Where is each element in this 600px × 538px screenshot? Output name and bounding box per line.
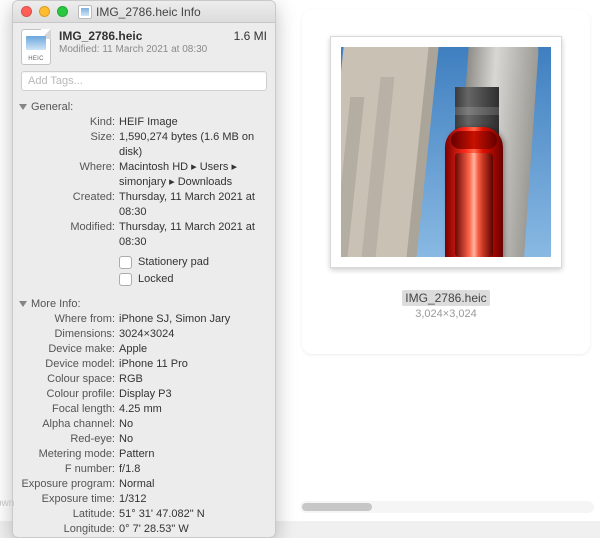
label-focal-length: Focal length:: [21, 402, 119, 417]
finder-background: IMG_2786.heic 3,024×3,024 IMG_2786.heic …: [0, 0, 600, 521]
value-device-model: iPhone 11 Pro: [119, 357, 267, 372]
value-size: 1,590,274 bytes (1.6 MB on disk): [119, 130, 267, 160]
label-colour-profile: Colour profile:: [21, 387, 119, 402]
section-general[interactable]: General:: [13, 97, 275, 115]
disclosure-triangle-icon[interactable]: [19, 104, 27, 110]
label-red-eye: Red-eye:: [21, 432, 119, 447]
minimize-icon[interactable]: [39, 6, 50, 17]
label-created: Created:: [21, 190, 119, 220]
label-where: Where:: [21, 160, 119, 190]
preview-dimensions: 3,024×3,024: [415, 308, 476, 320]
value-longitude: 0° 7' 28.53" W: [119, 522, 267, 537]
value-alpha-channel: No: [119, 417, 267, 432]
label-f-number: F number:: [21, 462, 119, 477]
label-metering-mode: Metering mode:: [21, 447, 119, 462]
label-where-from: Where from:: [21, 312, 119, 327]
preview-filename[interactable]: IMG_2786.heic: [402, 290, 489, 306]
scrollbar-thumb[interactable]: [302, 503, 372, 511]
section-more-info[interactable]: More Info:: [13, 294, 275, 312]
value-device-make: Apple: [119, 342, 267, 357]
value-exposure-time: 1/312: [119, 492, 267, 507]
label-alpha-channel: Alpha channel:: [21, 417, 119, 432]
value-exposure-program: Normal: [119, 477, 267, 492]
zoom-icon[interactable]: [57, 6, 68, 17]
get-info-window: IMG_2786.heic Info HEIC IMG_2786.heic 1.…: [12, 0, 276, 538]
thumbnail-image: [341, 47, 551, 257]
disclosure-triangle-icon[interactable]: [19, 301, 27, 307]
label-exposure-program: Exposure program:: [21, 477, 119, 492]
label-device-model: Device model:: [21, 357, 119, 372]
close-icon[interactable]: [21, 6, 32, 17]
thumbnail-frame[interactable]: [330, 36, 562, 268]
label-exposure-time: Exposure time:: [21, 492, 119, 507]
label-longitude: Longitude:: [21, 522, 119, 537]
label-modified: Modified:: [21, 220, 119, 250]
value-colour-space: RGB: [119, 372, 267, 387]
section-more-info-label: More Info:: [31, 298, 81, 310]
tags-input[interactable]: Add Tags...: [21, 71, 267, 91]
titlebar[interactable]: IMG_2786.heic Info: [13, 1, 275, 23]
label-colour-space: Colour space:: [21, 372, 119, 387]
value-f-number: f/1.8: [119, 462, 267, 477]
value-kind: HEIF Image: [119, 115, 267, 130]
value-dimensions: 3024×3024: [119, 327, 267, 342]
locked-label: Locked: [138, 271, 173, 288]
value-red-eye: No: [119, 432, 267, 447]
file-type-tag: HEIC: [22, 56, 50, 62]
label-device-make: Device make:: [21, 342, 119, 357]
value-metering-mode: Pattern: [119, 447, 267, 462]
truncated-background-text: own: [0, 498, 14, 509]
header-filename: IMG_2786.heic: [59, 29, 142, 43]
stationery-pad-label: Stationery pad: [138, 254, 209, 271]
section-general-label: General:: [31, 101, 73, 113]
value-colour-profile: Display P3: [119, 387, 267, 402]
horizontal-scrollbar[interactable]: [300, 501, 594, 513]
label-latitude: Latitude:: [21, 507, 119, 522]
value-focal-length: 4.25 mm: [119, 402, 267, 417]
value-created: Thursday, 11 March 2021 at 08:30: [119, 190, 267, 220]
value-latitude: 51° 31' 47.082" N: [119, 507, 267, 522]
window-title: IMG_2786.heic Info: [96, 5, 201, 19]
stationery-pad-checkbox[interactable]: [119, 256, 132, 269]
titlebar-file-icon: [78, 5, 92, 19]
value-where-from: iPhone SJ, Simon Jary: [119, 312, 267, 327]
file-preview-card: IMG_2786.heic 3,024×3,024: [302, 10, 590, 354]
header-modified: Modified: 11 March 2021 at 08:30: [59, 44, 267, 55]
label-kind: Kind:: [21, 115, 119, 130]
label-dimensions: Dimensions:: [21, 327, 119, 342]
value-modified: Thursday, 11 March 2021 at 08:30: [119, 220, 267, 250]
locked-checkbox[interactable]: [119, 273, 132, 286]
file-type-icon: HEIC: [21, 29, 51, 65]
info-header: HEIC IMG_2786.heic 1.6 MI Modified: 11 M…: [13, 23, 275, 67]
label-size: Size:: [21, 130, 119, 160]
header-filesize: 1.6 MI: [234, 29, 267, 43]
value-where: Macintosh HD ▸ Users ▸ simonjary ▸ Downl…: [119, 160, 267, 190]
